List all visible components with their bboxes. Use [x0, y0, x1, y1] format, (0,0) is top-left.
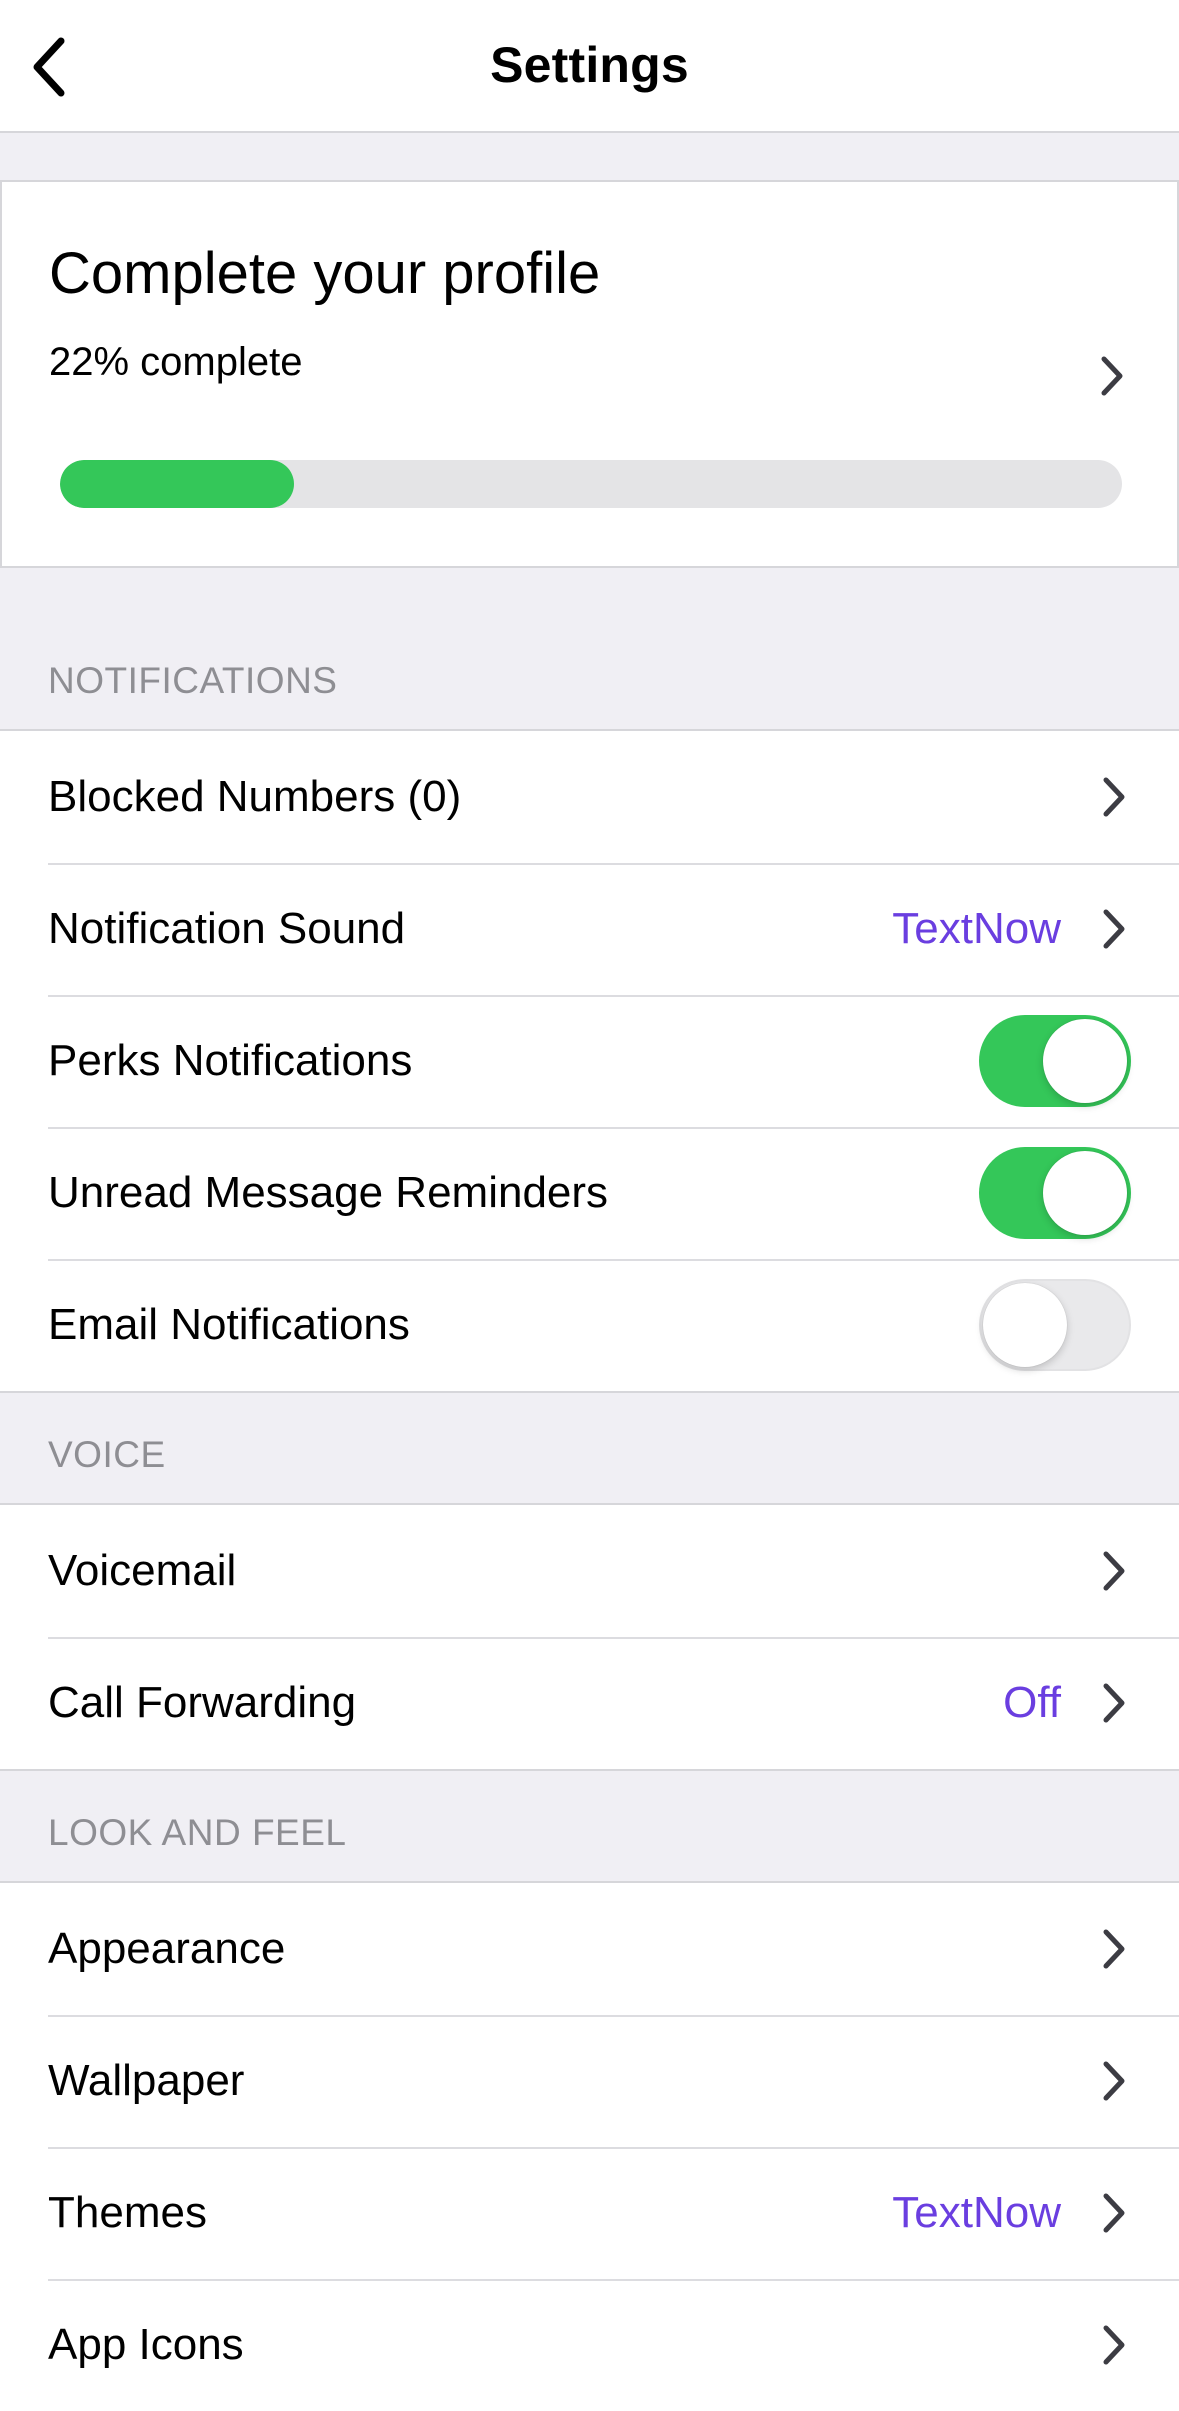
wallpaper-label: Wallpaper — [48, 2056, 245, 2105]
chevron-right-icon — [1103, 2325, 1125, 2365]
toggle-knob — [983, 1283, 1067, 1367]
call-forwarding-row[interactable]: Call Forwarding Off — [0, 1637, 1179, 1769]
profile-completion-card[interactable]: Complete your profile 22% complete — [0, 180, 1179, 568]
chevron-right-icon — [1103, 1929, 1125, 1969]
appearance-row[interactable]: Appearance — [0, 1883, 1179, 2015]
chevron-right-icon — [1103, 2061, 1125, 2101]
themes-label: Themes — [48, 2188, 207, 2237]
perks-notifications-row: Perks Notifications — [0, 995, 1179, 1127]
chevron-right-icon — [1103, 777, 1125, 817]
profile-card-title: Complete your profile — [49, 241, 601, 306]
email-notifications-toggle[interactable] — [979, 1279, 1131, 1371]
chevron-right-icon — [1103, 1551, 1125, 1591]
profile-progress-fill — [60, 460, 294, 508]
notification-sound-row[interactable]: Notification Sound TextNow — [0, 863, 1179, 995]
chevron-right-icon — [1103, 909, 1125, 949]
section-header-notifications: NOTIFICATIONS — [48, 660, 338, 701]
voice-group: Voicemail Call Forwarding Off — [0, 1503, 1179, 1771]
section-header-voice: VOICE — [48, 1434, 166, 1475]
profile-progress-text: 22% complete — [49, 340, 303, 384]
section-header-look-and-feel: LOOK AND FEEL — [48, 1812, 347, 1853]
toggle-knob — [1043, 1019, 1127, 1103]
voicemail-row[interactable]: Voicemail — [0, 1505, 1179, 1637]
unread-reminders-label: Unread Message Reminders — [48, 1168, 609, 1217]
chevron-right-icon — [1103, 1683, 1125, 1723]
unread-reminders-toggle[interactable] — [979, 1147, 1131, 1239]
notifications-group: Blocked Numbers (0) Notification Sound T… — [0, 729, 1179, 1393]
themes-value: TextNow — [892, 2188, 1061, 2237]
chevron-right-icon — [1101, 356, 1123, 396]
page-title: Settings — [490, 37, 689, 93]
call-forwarding-value: Off — [1003, 1678, 1061, 1727]
blocked-numbers-row[interactable]: Blocked Numbers (0) — [0, 731, 1179, 863]
unread-reminders-row: Unread Message Reminders — [0, 1127, 1179, 1259]
email-notifications-row: Email Notifications — [0, 1259, 1179, 1391]
nav-bar: Settings — [0, 0, 1179, 133]
app-icons-label: App Icons — [48, 2320, 244, 2369]
voicemail-label: Voicemail — [48, 1546, 237, 1595]
wallpaper-row[interactable]: Wallpaper — [0, 2015, 1179, 2147]
perks-notifications-label: Perks Notifications — [48, 1036, 413, 1085]
app-icons-row[interactable]: App Icons — [0, 2279, 1179, 2411]
blocked-numbers-label: Blocked Numbers (0) — [48, 772, 462, 821]
chevron-right-icon — [1103, 2193, 1125, 2233]
notification-sound-value: TextNow — [892, 904, 1061, 953]
call-forwarding-label: Call Forwarding — [48, 1678, 357, 1727]
profile-progress-bar — [60, 460, 1122, 508]
email-notifications-label: Email Notifications — [48, 1300, 410, 1349]
perks-notifications-toggle[interactable] — [979, 1015, 1131, 1107]
notification-sound-label: Notification Sound — [48, 904, 406, 953]
appearance-label: Appearance — [48, 1924, 286, 1973]
themes-row[interactable]: Themes TextNow — [0, 2147, 1179, 2279]
look-and-feel-group: Appearance Wallpaper Themes TextNow App … — [0, 1881, 1179, 2411]
toggle-knob — [1043, 1151, 1127, 1235]
